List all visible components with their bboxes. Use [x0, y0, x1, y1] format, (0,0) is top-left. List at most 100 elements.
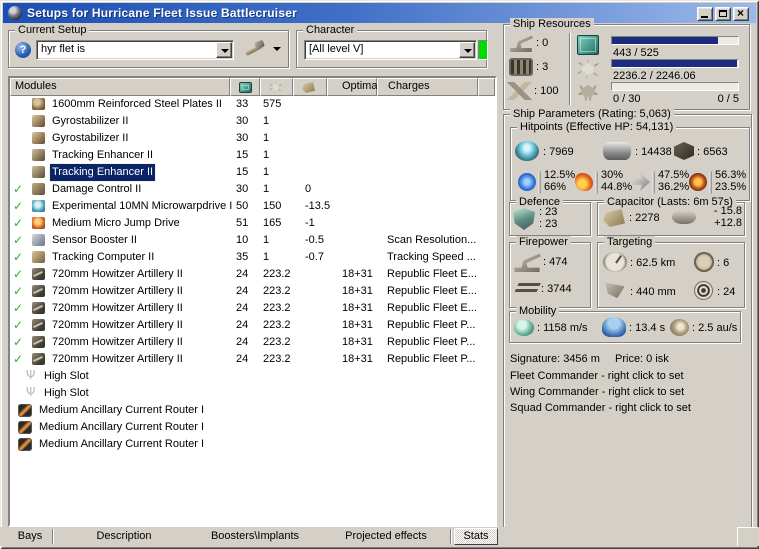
- price-value: Price: 0 isk: [615, 353, 669, 365]
- active-check-icon: ✓: [12, 216, 24, 230]
- module-capacitor-value: -13.5: [305, 200, 331, 212]
- module-row[interactable]: ✓ Medium Ancillary Current Router I: [10, 419, 495, 436]
- warp-speed-icon: [670, 319, 689, 336]
- title-bar[interactable]: Setups for Hurricane Fleet Issue Battlec…: [3, 3, 756, 23]
- align-time-value: : 13.4 s: [629, 322, 666, 334]
- damage-type-icon: [518, 173, 536, 191]
- module-name: 720mm Howitzer Artillery II: [52, 302, 183, 314]
- bottom-tab[interactable]: Description: [76, 529, 172, 544]
- module-powergrid-value: 1: [263, 115, 270, 127]
- module-row[interactable]: ✓ Tracking Enhancer II 15 1: [10, 147, 495, 164]
- module-row[interactable]: ✓ Gyrostabilizer II 30 1: [10, 113, 495, 130]
- module-name: Medium Micro Jump Drive: [52, 217, 180, 229]
- divider: [652, 171, 655, 194]
- module-name: Medium Ancillary Current Router I: [39, 438, 205, 450]
- armor-hp-value: : 14438: [635, 146, 672, 158]
- module-name: Tracking Enhancer II: [52, 149, 154, 161]
- module-powergrid-value: 575: [263, 98, 282, 110]
- max-targets-value: : 6: [717, 257, 730, 269]
- module-row[interactable]: ✓ 720mm Howitzer Artillery II 24 223.2 1…: [10, 317, 495, 334]
- module-row[interactable]: ✓ High Slot: [10, 367, 495, 385]
- module-row[interactable]: ✓ Tracking Computer II 35 1 -0.7 Trackin…: [10, 249, 495, 266]
- setup-combobox[interactable]: hyr flet is: [36, 40, 234, 60]
- setup-dropdown-button[interactable]: [216, 42, 232, 58]
- resize-grip-panel: [737, 527, 757, 546]
- module-row[interactable]: ✓ 720mm Howitzer Artillery II 24 223.2 1…: [10, 300, 495, 317]
- character-dropdown-button[interactable]: [459, 42, 475, 58]
- tools-icon[interactable]: [243, 40, 267, 58]
- module-row[interactable]: ✓ Medium Ancillary Current Router I: [10, 402, 495, 419]
- column-header-charges[interactable]: Charges: [377, 78, 478, 96]
- hitpoints-group: Hitpoints (Effective HP: 54,131) : 7969 …: [510, 121, 750, 201]
- module-row[interactable]: ✓ Medium Micro Jump Drive 51 165 -1: [10, 215, 495, 232]
- bottom-tab[interactable]: Boosters\Implants: [198, 529, 312, 544]
- module-charges-value: Scan Resolution...: [387, 234, 477, 246]
- bottom-tab-bar: Bays Description Boosters\Implants Proje…: [0, 527, 759, 546]
- max-targets-icon: [694, 252, 714, 272]
- character-label: Character: [303, 24, 358, 36]
- firepower-label: Firepower: [516, 236, 571, 248]
- calibration-icon: [506, 82, 533, 100]
- divider: [538, 171, 541, 194]
- module-name: 1600mm Reinforced Steel Plates II: [52, 98, 222, 110]
- character-combobox[interactable]: [All level V]: [304, 40, 477, 60]
- capacitor-drain-value: - 15.8: [713, 205, 742, 217]
- module-row[interactable]: ✓ Experimental 10MN Microwarpdrive I 50 …: [10, 198, 495, 215]
- shield-resist-value: 30%: [601, 169, 624, 181]
- close-button[interactable]: [733, 7, 749, 21]
- column-header-optimal[interactable]: Optimal: [327, 78, 380, 96]
- column-header-powergrid[interactable]: [260, 78, 293, 96]
- module-row[interactable]: ✓ 720mm Howitzer Artillery II 24 223.2 1…: [10, 266, 495, 283]
- divider: [709, 171, 712, 194]
- module-row[interactable]: ✓ 720mm Howitzer Artillery II 24 223.2 1…: [10, 283, 495, 300]
- fleet-commander-setting[interactable]: Fleet Commander - right click to set: [510, 370, 684, 382]
- window-title: Setups for Hurricane Fleet Issue Battlec…: [27, 6, 297, 20]
- module-row[interactable]: ✓ High Slot: [10, 384, 495, 402]
- module-row[interactable]: ✓ Tracking Enhancer II 15 1: [10, 163, 495, 182]
- module-name: High Slot: [44, 370, 89, 382]
- bottom-tab[interactable]: Bays: [8, 529, 52, 544]
- module-name: 720mm Howitzer Artillery II: [52, 319, 183, 331]
- bottom-tab[interactable]: Stats: [454, 528, 498, 545]
- module-name: 720mm Howitzer Artillery II: [52, 268, 183, 280]
- column-header-cpu[interactable]: [230, 78, 260, 96]
- module-name: Experimental 10MN Microwarpdrive I: [52, 200, 233, 212]
- module-row[interactable]: ✓ Damage Control II 30 1 0: [10, 181, 495, 198]
- wing-commander-setting[interactable]: Wing Commander - right click to set: [510, 386, 684, 398]
- dps-value: : 474: [543, 256, 568, 268]
- tools-dropdown-arrow-icon[interactable]: [273, 47, 281, 51]
- module-row[interactable]: ✓ 720mm Howitzer Artillery II 24 223.2 1…: [10, 351, 495, 368]
- damage-type-icon: [575, 173, 593, 191]
- column-header-modules[interactable]: Modules: [10, 78, 230, 96]
- module-row[interactable]: ✓ Medium Ancillary Current Router I: [10, 436, 495, 453]
- module-powergrid-value: 165: [263, 217, 282, 229]
- minimize-button[interactable]: [697, 7, 713, 21]
- maximize-button[interactable]: [715, 7, 731, 21]
- module-cpu-value: 10: [236, 234, 249, 246]
- module-charges-value: Republic Fleet P...: [387, 336, 476, 348]
- module-name: Medium Ancillary Current Router I: [39, 404, 205, 416]
- resistance-cell: 12.5% 66%: [518, 169, 575, 196]
- column-header-modules-label: Modules: [15, 80, 57, 92]
- capacitor-amount-value: : 2278: [629, 212, 660, 224]
- help-icon[interactable]: [15, 42, 31, 58]
- modules-header-row: Modules Optimal Charges: [10, 78, 495, 96]
- module-row[interactable]: ✓ Sensor Booster II 10 1 -0.5 Scan Resol…: [10, 232, 495, 249]
- drone-count-value: 0 / 5: [717, 93, 739, 105]
- module-powergrid-value: 223.2: [263, 302, 291, 314]
- squad-commander-setting[interactable]: Squad Commander - right click to set: [510, 402, 691, 414]
- turret-hardpoints-icon: [510, 35, 533, 52]
- module-row[interactable]: ✓ Gyrostabilizer II 30 1: [10, 130, 495, 147]
- active-check-icon: ✓: [12, 301, 24, 315]
- module-row[interactable]: ✓ 1600mm Reinforced Steel Plates II 33 5…: [10, 96, 495, 113]
- bottom-tab[interactable]: Projected effects: [330, 529, 442, 544]
- module-icon: [32, 285, 45, 297]
- module-powergrid-value: 223.2: [263, 285, 291, 297]
- capacitor-group: Capacitor (Lasts: 6m 57s) : 2278 - 15.8 …: [597, 196, 745, 236]
- module-row[interactable]: ✓ 720mm Howitzer Artillery II 24 223.2 1…: [10, 334, 495, 351]
- module-powergrid-value: 1: [263, 149, 270, 161]
- shield-resist-value: 56.3%: [715, 169, 747, 181]
- column-header-capacitor[interactable]: [293, 78, 327, 96]
- module-icon: [32, 234, 45, 246]
- module-name: Sensor Booster II: [52, 234, 137, 246]
